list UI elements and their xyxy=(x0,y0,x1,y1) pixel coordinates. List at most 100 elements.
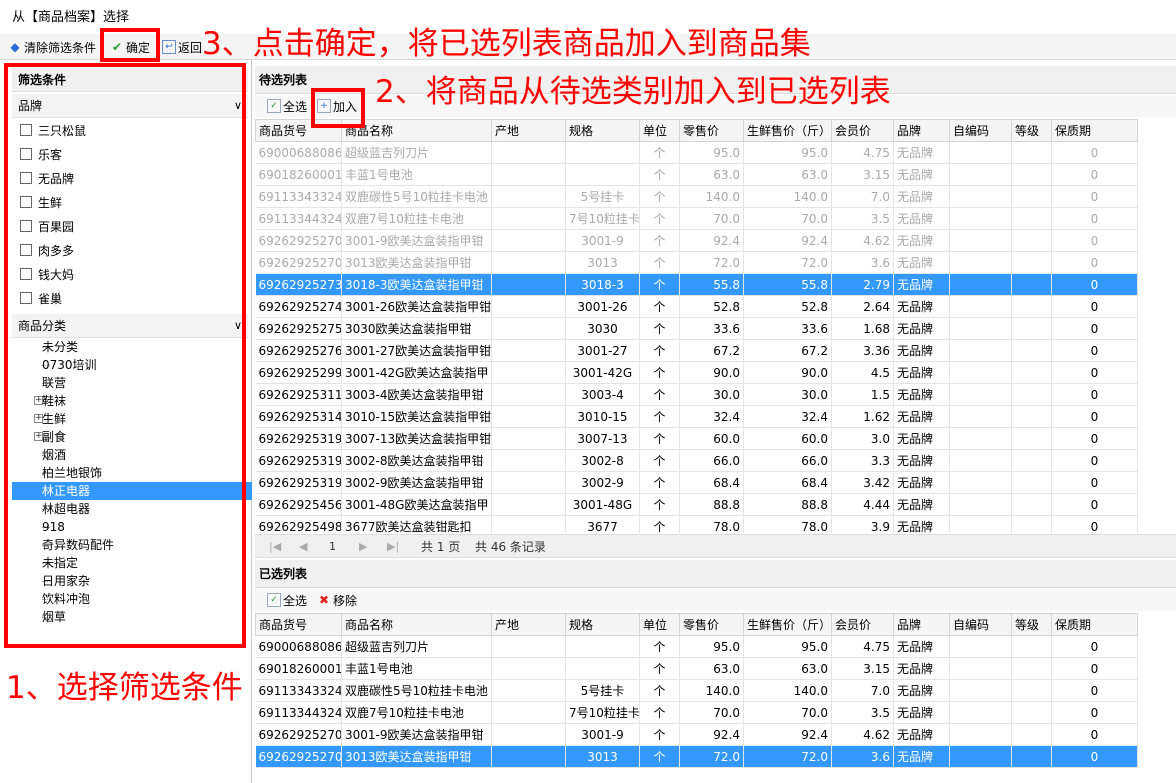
column-header[interactable]: 生鲜售价（斤） xyxy=(743,613,832,636)
table-row[interactable]: 69262925270603013欧美达盒装指甲钳3013个72.072.03.… xyxy=(255,745,1138,768)
table-row[interactable]: 6911334332412双鹿碳性5号10粒挂卡电池5号挂卡个140.0140.… xyxy=(255,679,1138,702)
table-row[interactable]: 69262925498713677欧美达盒装钳匙扣3677个78.078.03.… xyxy=(255,515,1138,533)
column-header[interactable]: 自编码 xyxy=(949,119,1012,142)
column-header[interactable]: 保质期 xyxy=(1051,613,1138,636)
table-row[interactable]: 6901826000103丰蓝1号电池个63.063.03.15无品牌0 xyxy=(255,163,1138,186)
page-number[interactable]: 1 xyxy=(329,535,336,559)
table-row[interactable]: 6911334332412双鹿碳性5号10粒挂卡电池5号挂卡个140.0140.… xyxy=(255,185,1138,208)
next-page-icon[interactable]: ▶ xyxy=(359,535,367,559)
cell-name: 3677欧美达盒装钳匙扣 xyxy=(341,515,492,533)
table-row[interactable]: 69262925319823002-9欧美达盒装指甲钳3002-9个68.468… xyxy=(255,471,1138,494)
table-row[interactable]: 69262925274283001-26欧美达盒装指甲钳3001-26个52.8… xyxy=(255,295,1138,318)
table-row[interactable]: 69262925314633010-15欧美达盒装指甲钳3010-15个32.4… xyxy=(255,405,1138,428)
table-row[interactable]: 69262925273813018-3欧美达盒装指甲钳3018-3个55.855… xyxy=(255,273,1138,296)
first-page-icon[interactable]: |◀ xyxy=(269,535,281,559)
cell-member: 3.0 xyxy=(831,427,894,450)
cell-shelf: 0 xyxy=(1051,273,1138,296)
cell-spec xyxy=(565,635,640,658)
cell-retail: 55.8 xyxy=(679,273,744,296)
selected-table: 商品货号 商品名称 产地 规格 单位 零售价 生鲜售价（斤） 会员价 品牌 自编码 等级 保质期 690… xyxy=(255,613,1138,768)
cell-grade xyxy=(1011,163,1052,186)
column-header[interactable]: 自编码 xyxy=(949,613,1012,636)
table-row[interactable]: 6911334432419双鹿7号10粒挂卡电池7号10粒挂卡个70.070.0… xyxy=(255,207,1138,230)
table-row[interactable]: 69262925319753002-8欧美达盒装指甲钳3002-8个66.066… xyxy=(255,449,1138,472)
column-header[interactable]: 规格 xyxy=(565,119,640,142)
selected-select-all-button[interactable]: ✓ 全选 xyxy=(267,591,307,609)
cell-brand: 无品牌 xyxy=(893,449,950,472)
cell-grade xyxy=(1011,141,1052,164)
column-header[interactable]: 等级 xyxy=(1011,119,1052,142)
column-header[interactable]: 等级 xyxy=(1011,613,1052,636)
cell-brand: 无品牌 xyxy=(893,229,950,252)
cell-code: 6926292545606 xyxy=(255,493,342,516)
cell-spec: 7号10粒挂卡 xyxy=(565,701,640,724)
clear-filter-button[interactable]: ◆ 清除筛选条件 xyxy=(8,38,96,56)
cell-grade xyxy=(1011,251,1052,274)
cell-own xyxy=(949,427,1012,450)
table-row[interactable]: 6900068808652超级蓝吉列刀片个95.095.04.75无品牌0 xyxy=(255,635,1138,658)
column-header[interactable]: 零售价 xyxy=(679,613,744,636)
table-row[interactable]: 69262925276573001-27欧美达盒装指甲钳3001-27个67.2… xyxy=(255,339,1138,362)
column-header[interactable]: 商品名称 xyxy=(341,613,492,636)
cell-fresh: 72.0 xyxy=(743,745,832,768)
cell-retail: 66.0 xyxy=(679,449,744,472)
cell-fresh: 70.0 xyxy=(743,701,832,724)
cell-spec: 3010-15 xyxy=(565,405,640,428)
cell-unit: 个 xyxy=(639,141,680,164)
cell-origin xyxy=(491,295,566,318)
cell-grade xyxy=(1011,317,1052,340)
column-header[interactable]: 商品货号 xyxy=(255,613,342,636)
cell-grade xyxy=(1011,701,1052,724)
column-header[interactable]: 品牌 xyxy=(893,613,950,636)
cell-grade xyxy=(1011,449,1052,472)
table-header-row: 商品货号 商品名称 产地 规格 单位 零售价 生鲜售价（斤） 会员价 品牌 自编码 等级 保质期 xyxy=(255,119,1138,142)
pending-select-all-button[interactable]: ✓ 全选 xyxy=(267,97,307,115)
cell-grade xyxy=(1011,515,1052,533)
cell-spec: 5号挂卡 xyxy=(565,679,640,702)
table-row[interactable]: 69262925319683007-13欧美达盒装指甲钳3007-13个60.0… xyxy=(255,427,1138,450)
cell-origin xyxy=(491,657,566,680)
table-row[interactable]: 69262925270083001-9欧美达盒装指甲钳3001-9个92.492… xyxy=(255,723,1138,746)
column-header[interactable]: 规格 xyxy=(565,613,640,636)
cell-brand: 无品牌 xyxy=(893,635,950,658)
column-header[interactable]: 单位 xyxy=(639,119,680,142)
remove-icon: ✖ xyxy=(318,593,330,607)
cell-own xyxy=(949,657,1012,680)
cell-fresh: 55.8 xyxy=(743,273,832,296)
cell-spec: 3002-8 xyxy=(565,449,640,472)
cell-brand: 无品牌 xyxy=(893,163,950,186)
table-row[interactable]: 6900068808652超级蓝吉列刀片个95.095.04.75无品牌0 xyxy=(255,141,1138,164)
cell-retail: 95.0 xyxy=(679,141,744,164)
table-row[interactable]: 69262925299893001-42G欧美达盒装指甲3001-42G个90.… xyxy=(255,361,1138,384)
column-header[interactable]: 生鲜售价（斤） xyxy=(743,119,832,142)
table-row[interactable]: 69262925275893030欧美达盒装指甲钳3030个33.633.61.… xyxy=(255,317,1138,340)
remove-button[interactable]: ✖ 移除 xyxy=(317,591,357,609)
back-button[interactable]: ↩ 返回 xyxy=(162,38,202,56)
table-row[interactable]: 69262925270603013欧美达盒装指甲钳3013个72.072.03.… xyxy=(255,251,1138,274)
column-header[interactable]: 会员价 xyxy=(831,119,894,142)
column-header[interactable]: 品牌 xyxy=(893,119,950,142)
cell-origin xyxy=(491,383,566,406)
table-row[interactable]: 6911334432419双鹿7号10粒挂卡电池7号10粒挂卡个70.070.0… xyxy=(255,701,1138,724)
column-header[interactable]: 零售价 xyxy=(679,119,744,142)
cell-brand: 无品牌 xyxy=(893,317,950,340)
cell-shelf: 0 xyxy=(1051,449,1138,472)
column-header[interactable]: 会员价 xyxy=(831,613,894,636)
cell-own xyxy=(949,207,1012,230)
column-header[interactable]: 单位 xyxy=(639,613,680,636)
table-row[interactable]: 6901826000103丰蓝1号电池个63.063.03.15无品牌0 xyxy=(255,657,1138,680)
column-header[interactable]: 保质期 xyxy=(1051,119,1138,142)
cell-shelf: 0 xyxy=(1051,163,1138,186)
last-page-icon[interactable]: ▶| xyxy=(387,535,399,559)
table-row[interactable]: 69262925456063001-48G欧美达盒装指甲3001-48G个88.… xyxy=(255,493,1138,516)
column-header[interactable]: 产地 xyxy=(491,613,566,636)
cell-name: 超级蓝吉列刀片 xyxy=(341,141,492,164)
cell-unit: 个 xyxy=(639,251,680,274)
table-row[interactable]: 69262925270083001-9欧美达盒装指甲钳3001-9个92.492… xyxy=(255,229,1138,252)
cell-code: 6926292531975 xyxy=(255,449,342,472)
cell-shelf: 0 xyxy=(1051,251,1138,274)
prev-page-icon[interactable]: ◀ xyxy=(299,535,307,559)
cell-grade xyxy=(1011,405,1052,428)
column-header[interactable]: 产地 xyxy=(491,119,566,142)
table-row[interactable]: 69262925311973003-4欧美达盒装指甲钳3003-4个30.030… xyxy=(255,383,1138,406)
